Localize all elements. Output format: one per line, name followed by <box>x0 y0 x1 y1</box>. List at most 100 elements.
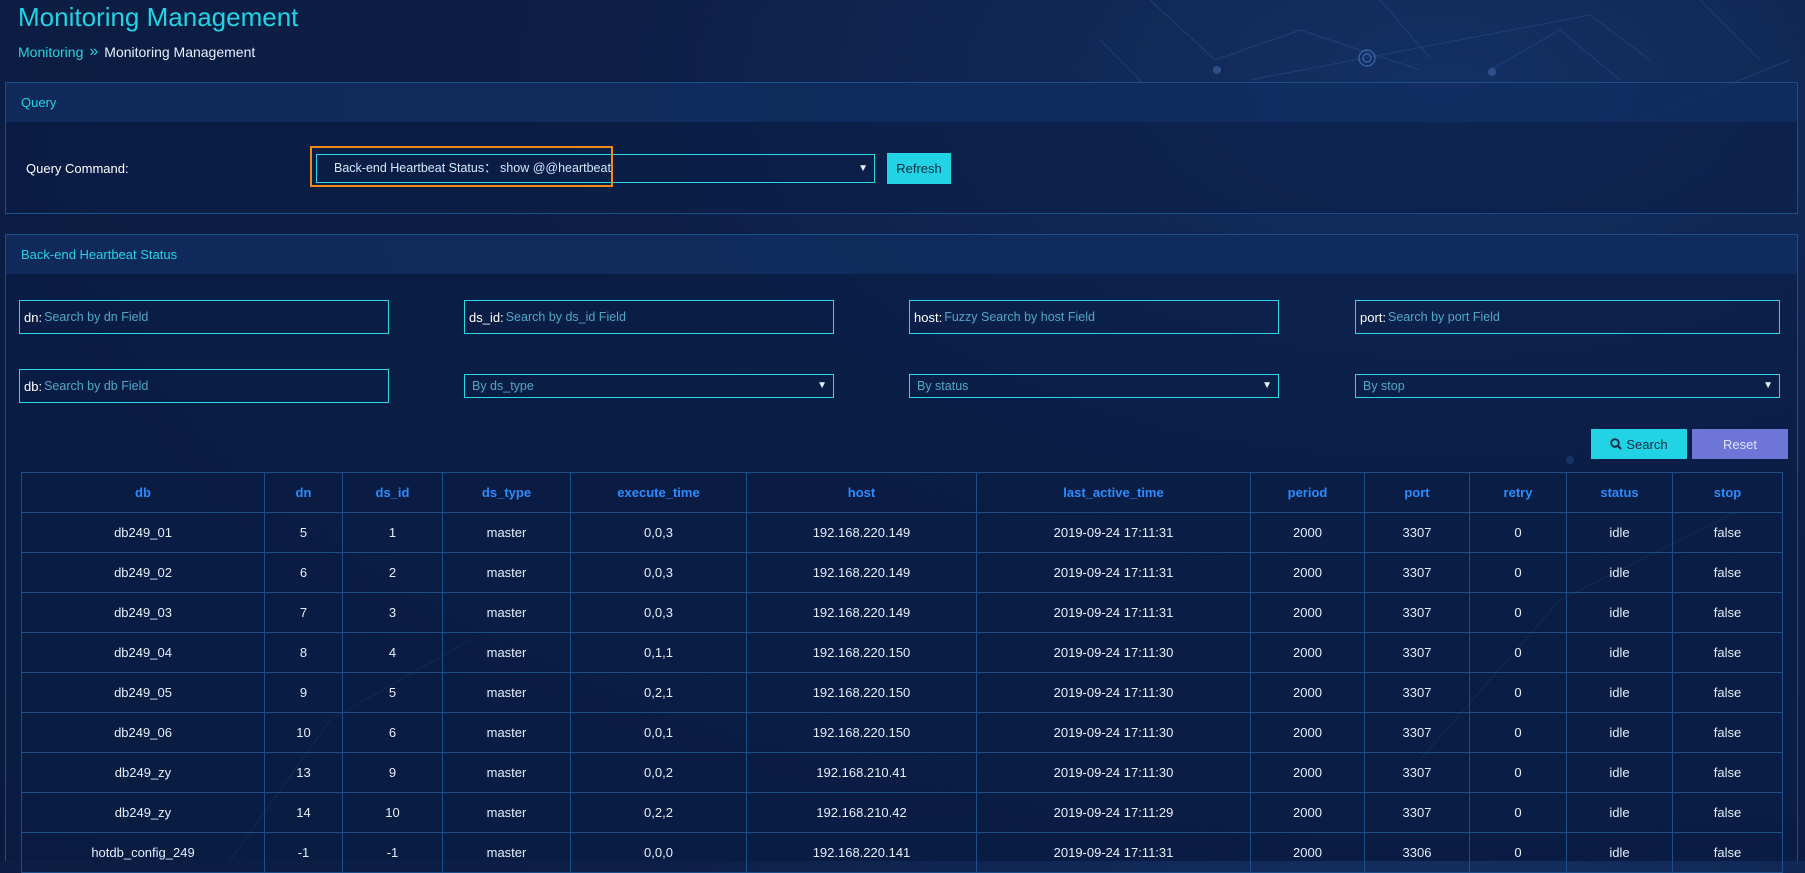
column-header-db[interactable]: db <box>21 472 265 513</box>
cell-dn: 10 <box>264 712 343 753</box>
ds-id-filter[interactable]: ds_id: <box>464 300 834 334</box>
breadcrumb-link-monitoring[interactable]: Monitoring <box>18 44 83 60</box>
heartbeat-status-panel: Back-end Heartbeat Status dn: ds_id: hos… <box>5 234 1798 873</box>
cell-execute-time: 0,0,3 <box>570 512 747 553</box>
cell-status: idle <box>1566 832 1673 873</box>
table-row: db249_02 6 2 master 0,0,3 192.168.220.149 2019… <box>21 552 1783 593</box>
cell-host: 192.168.220.149 <box>746 592 977 633</box>
cell-db: db249_01 <box>21 512 265 553</box>
status-dropdown[interactable]: By status ▼ <box>909 374 1279 398</box>
cell-ds-type: master <box>442 512 571 553</box>
dn-filter[interactable]: dn: <box>19 300 389 334</box>
host-search-input[interactable] <box>942 309 1278 325</box>
query-command-select[interactable]: Back-end Heartbeat Status： show @@heartb… <box>316 154 875 183</box>
column-header-status[interactable]: status <box>1566 472 1673 513</box>
cell-db: db249_06 <box>21 712 265 753</box>
db-filter[interactable]: db: <box>19 369 389 403</box>
stop-dropdown[interactable]: By stop ▼ <box>1355 374 1780 398</box>
dn-search-input[interactable] <box>42 309 388 325</box>
table-row: hotdb_config_249 -1 -1 master 0,0,0 192.168.2… <box>21 832 1783 873</box>
column-header-stop[interactable]: stop <box>1672 472 1783 513</box>
host-filter[interactable]: host: <box>909 300 1279 334</box>
cell-period: 2000 <box>1250 792 1365 833</box>
cell-db: db249_04 <box>21 632 265 673</box>
cell-period: 2000 <box>1250 672 1365 713</box>
table-header-row: db dn ds_id ds_type execute_time host last_act… <box>21 472 1783 513</box>
ds-type-dropdown[interactable]: By ds_type ▼ <box>464 374 834 398</box>
column-header-ds-id[interactable]: ds_id <box>342 472 443 513</box>
cell-port: 3307 <box>1364 512 1470 553</box>
caret-down-icon: ▼ <box>1763 380 1773 391</box>
cell-stop: false <box>1672 792 1783 833</box>
magnifier-icon <box>1610 438 1623 450</box>
cell-stop: false <box>1672 752 1783 793</box>
cell-status: idle <box>1566 712 1673 753</box>
status-panel-title: Back-end Heartbeat Status <box>6 235 1797 274</box>
cell-execute-time: 0,0,1 <box>570 712 747 753</box>
port-search-input[interactable] <box>1386 309 1779 325</box>
cell-retry: 0 <box>1469 832 1567 873</box>
search-button-label: Search <box>1626 436 1668 452</box>
query-panel: Query Query Command: Back-end Heartbeat … <box>5 82 1798 214</box>
cell-db: db249_03 <box>21 592 265 633</box>
table-row: db249_06 10 6 master 0,0,1 192.168.220.150 201… <box>21 712 1783 753</box>
column-header-retry[interactable]: retry <box>1469 472 1567 513</box>
cell-stop: false <box>1672 832 1783 873</box>
ds-id-filter-label: ds_id: <box>469 309 504 325</box>
cell-host: 192.168.220.150 <box>746 712 977 753</box>
dn-filter-label: dn: <box>24 309 43 325</box>
ds-id-search-input[interactable] <box>503 309 833 325</box>
cell-stop: false <box>1672 632 1783 673</box>
cell-retry: 0 <box>1469 792 1567 833</box>
cell-period: 2000 <box>1250 512 1365 553</box>
column-header-ds-type[interactable]: ds_type <box>442 472 571 513</box>
cell-host: 192.168.210.41 <box>746 752 977 793</box>
column-header-last-active-time[interactable]: last_active_time <box>976 472 1251 513</box>
cell-db: db249_05 <box>21 672 265 713</box>
table-row: db249_05 9 5 master 0,2,1 192.168.220.150 2019… <box>21 672 1783 713</box>
search-button[interactable]: Search <box>1591 429 1687 459</box>
cell-period: 2000 <box>1250 712 1365 753</box>
refresh-button[interactable]: Refresh <box>887 153 951 184</box>
query-panel-title: Query <box>6 83 1797 122</box>
cell-last-active-time: 2019-09-24 17:11:29 <box>976 792 1251 833</box>
column-header-period[interactable]: period <box>1250 472 1365 513</box>
port-filter[interactable]: port: <box>1355 300 1780 334</box>
cell-dn: 13 <box>264 752 343 793</box>
cell-db: hotdb_config_249 <box>21 832 265 873</box>
double-chevron-right-icon: » <box>89 43 99 60</box>
breadcrumb: Monitoring » Monitoring Management <box>18 43 255 61</box>
cell-last-active-time: 2019-09-24 17:11:31 <box>976 592 1251 633</box>
db-search-input[interactable] <box>42 378 388 394</box>
cell-status: idle <box>1566 512 1673 553</box>
cell-port: 3307 <box>1364 632 1470 673</box>
cell-ds-type: master <box>442 712 571 753</box>
column-header-dn[interactable]: dn <box>264 472 343 513</box>
cell-host: 192.168.210.42 <box>746 792 977 833</box>
cell-host: 192.168.220.149 <box>746 512 977 553</box>
cell-ds-id: 3 <box>342 592 443 633</box>
cell-db: db249_zy <box>21 792 265 833</box>
cell-ds-id: -1 <box>342 832 443 873</box>
cell-retry: 0 <box>1469 632 1567 673</box>
cell-last-active-time: 2019-09-24 17:11:30 <box>976 672 1251 713</box>
reset-button[interactable]: Reset <box>1692 429 1788 459</box>
cell-ds-id: 1 <box>342 512 443 553</box>
cell-stop: false <box>1672 552 1783 593</box>
cell-port: 3307 <box>1364 752 1470 793</box>
cell-ds-type: master <box>442 632 571 673</box>
cell-db: db249_02 <box>21 552 265 593</box>
host-filter-label: host: <box>914 309 943 325</box>
cell-status: idle <box>1566 672 1673 713</box>
table-row: db249_01 5 1 master 0,0,3 192.168.220.149 2019… <box>21 512 1783 553</box>
cell-stop: false <box>1672 592 1783 633</box>
column-header-port[interactable]: port <box>1364 472 1470 513</box>
cell-ds-type: master <box>442 552 571 593</box>
cell-period: 2000 <box>1250 592 1365 633</box>
cell-port: 3307 <box>1364 712 1470 753</box>
cell-last-active-time: 2019-09-24 17:11:30 <box>976 632 1251 673</box>
column-header-execute-time[interactable]: execute_time <box>570 472 747 513</box>
cell-retry: 0 <box>1469 752 1567 793</box>
cell-retry: 0 <box>1469 672 1567 713</box>
column-header-host[interactable]: host <box>746 472 977 513</box>
